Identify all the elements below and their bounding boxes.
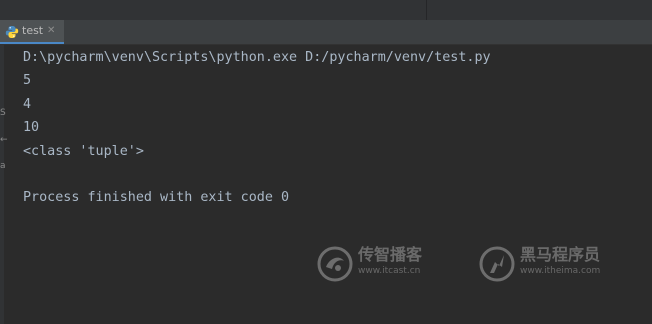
tab-label: test — [22, 24, 44, 37]
watermark-itcast: 传智播客 www.itcast.cn — [316, 243, 466, 283]
close-icon[interactable]: ✕ — [47, 24, 55, 38]
gutter-mark: a — [0, 161, 6, 171]
left-tool-gutter — [0, 45, 4, 324]
gutter-mark: ← — [0, 135, 8, 145]
watermark-name: 传智播客 — [358, 245, 423, 264]
watermark-itheima: 黑马程序员 www.itheima.com — [478, 243, 638, 283]
itcast-logo-icon — [317, 246, 353, 282]
watermark-url: www.itcast.cn — [358, 266, 421, 276]
active-tab-indicator — [0, 42, 64, 44]
watermark-url: www.itheima.com — [520, 266, 601, 276]
tab-test[interactable]: test ✕ — [0, 20, 64, 44]
editor-top-strip — [0, 0, 652, 20]
console-output-line: 10 — [23, 120, 40, 136]
console-output[interactable]: D:\pycharm\venv\Scripts\python.exe D:/py… — [23, 46, 643, 210]
console-command-line: D:\pycharm\venv\Scripts\python.exe D:/py… — [23, 50, 491, 65]
console-output-line: 5 — [23, 73, 32, 89]
gutter-mark: S — [0, 108, 6, 118]
itheima-logo-icon — [479, 246, 515, 282]
run-console-window: test ✕ S ← a D:\pycharm\venv\Scripts\pyt… — [0, 0, 652, 324]
panel-divider — [426, 0, 427, 20]
console-output-line: 4 — [23, 96, 32, 112]
console-output-line: <class 'tuple'> — [23, 143, 144, 159]
watermark-name: 黑马程序员 — [520, 245, 601, 264]
console-exit-status: Process finished with exit code 0 — [23, 190, 290, 206]
python-icon — [5, 26, 19, 38]
run-tab-bar: test ✕ — [0, 20, 652, 45]
